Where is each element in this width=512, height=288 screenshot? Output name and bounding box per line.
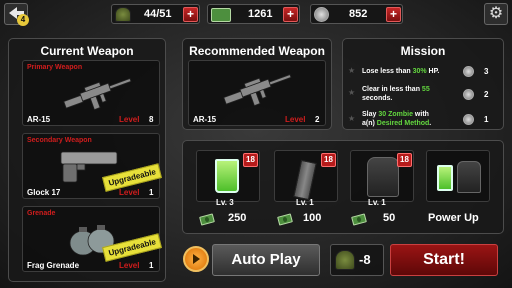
recommended-weapon-slot[interactable]: AR-15 Level 2 xyxy=(188,60,326,126)
level-label: Level xyxy=(119,261,140,270)
rifle-icon xyxy=(63,78,132,111)
add-cash-button[interactable]: + xyxy=(283,7,298,22)
weapon-name: Glock 17 xyxy=(27,188,61,197)
item-count-badge: 18 xyxy=(397,153,412,167)
cash-icon xyxy=(211,8,231,22)
level-value: 8 xyxy=(149,115,154,124)
slot-label: Primary Weapon xyxy=(27,64,83,71)
cash-counter: 1261 + xyxy=(207,4,300,24)
star-icon: ★ xyxy=(348,114,356,123)
medal-counter: 852 + xyxy=(310,4,403,24)
mission-item-3: Slay 30 Zombie with a(n) Desired Method. xyxy=(362,111,432,127)
health-drink-icon xyxy=(215,159,239,193)
star-icon: ★ xyxy=(348,88,356,97)
helmet-icon xyxy=(335,250,355,270)
cash-value: 1261 xyxy=(248,8,273,20)
medal-icon xyxy=(463,89,474,100)
mission-reward: 2 xyxy=(484,90,489,99)
item-level: Lv. 1 xyxy=(296,198,314,207)
shop-item-ammo[interactable]: 18 xyxy=(274,150,338,202)
level-label: Level xyxy=(285,115,306,124)
level-value: 1 xyxy=(149,188,154,197)
energy-cost-box: -8 xyxy=(330,244,384,276)
gear-icon: ⚙ xyxy=(488,5,504,22)
mission-title: Mission xyxy=(400,44,446,58)
mission-reward: 1 xyxy=(484,115,489,124)
primary-weapon-slot[interactable]: Primary Weapon AR-15 Level 8 xyxy=(22,60,160,126)
item-level: Lv. 1 xyxy=(368,198,386,207)
medal-icon xyxy=(463,66,474,77)
medal-icon xyxy=(463,114,474,125)
energy-cost: -8 xyxy=(359,252,371,267)
mission-reward: 3 xyxy=(484,67,489,76)
weapon-name: AR-15 xyxy=(193,115,217,124)
weapon-name: AR-15 xyxy=(27,115,51,124)
item-count-badge: 18 xyxy=(321,153,336,167)
item-price: 100 xyxy=(303,212,322,224)
level-label: Level xyxy=(119,188,140,197)
energy-counter: 44/51 + xyxy=(111,4,200,24)
rifle-icon xyxy=(223,74,292,107)
power-up-label: Power Up xyxy=(428,212,479,224)
armor-vest-icon xyxy=(457,161,481,193)
energy-value: 44/51 xyxy=(144,8,172,20)
level-label: Level xyxy=(119,115,140,124)
level-value: 2 xyxy=(315,115,320,124)
auto-play-icon[interactable] xyxy=(183,246,209,272)
item-count-badge: 18 xyxy=(243,153,258,167)
shop-item-armor[interactable]: 18 xyxy=(350,150,414,202)
shop-item-health-drink[interactable]: 18 xyxy=(196,150,260,202)
health-drink-icon xyxy=(437,165,453,191)
shop-item-power-up[interactable] xyxy=(426,150,490,202)
weapon-name: Frag Grenade xyxy=(27,261,80,270)
slot-label: Secondary Weapon xyxy=(27,137,92,144)
mission-item-2: Clear in less than 55 seconds. xyxy=(362,86,430,102)
grenade-slot[interactable]: Grenade Upgradeable Frag Grenade Level 1 xyxy=(22,206,163,272)
play-arrow-icon xyxy=(193,254,200,264)
item-price: 250 xyxy=(228,212,247,224)
item-level: Lv. 3 xyxy=(216,198,234,207)
start-button[interactable]: Start! xyxy=(390,244,498,276)
mission-item-1: Lose less than 30% HP. xyxy=(362,68,440,75)
item-price: 50 xyxy=(383,212,396,224)
auto-play-button[interactable]: Auto Play xyxy=(212,244,320,276)
helmet-icon xyxy=(115,7,131,22)
armor-vest-icon xyxy=(367,157,399,197)
medal-value: 852 xyxy=(349,8,368,20)
magazine-icon xyxy=(293,159,317,201)
level-value: 1 xyxy=(149,261,154,270)
secondary-weapon-slot[interactable]: Secondary Weapon Upgradeable Glock 17 Le… xyxy=(22,133,163,199)
add-energy-button[interactable]: + xyxy=(183,7,198,22)
star-icon: ★ xyxy=(348,66,356,75)
settings-button[interactable]: ⚙ xyxy=(484,3,508,25)
current-weapon-title: Current Weapon xyxy=(40,44,134,58)
notification-badge: 4 xyxy=(17,14,29,26)
recommended-weapon-title: Recommended Weapon xyxy=(189,44,325,58)
medal-icon xyxy=(314,7,329,22)
add-medal-button[interactable]: + xyxy=(386,7,401,22)
slot-label: Grenade xyxy=(27,210,56,217)
